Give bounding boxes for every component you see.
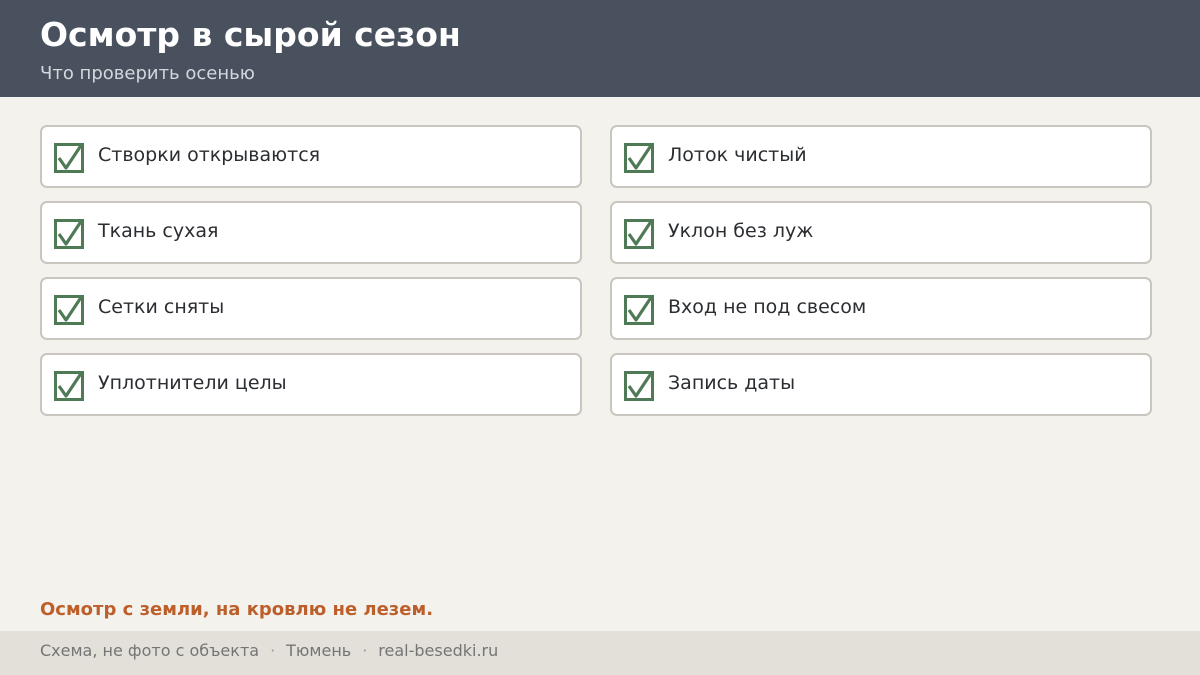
footer-caption: Схема, не фото с объекта bbox=[40, 641, 260, 660]
footer-bar: Схема, не фото с объекта · Тюмень · real-bes… bbox=[0, 631, 1200, 675]
checklist-item: Уклон без луж bbox=[610, 201, 1152, 264]
checkbox-checked-icon bbox=[624, 143, 654, 173]
checkbox-checked-icon bbox=[624, 219, 654, 249]
checklist-item: Ткань сухая bbox=[40, 201, 582, 264]
checklist-item: Створки открываются bbox=[40, 125, 582, 188]
checklist-item: Вход не под свесом bbox=[610, 277, 1152, 340]
checklist-item-label: Сетки сняты bbox=[98, 296, 225, 318]
checklist-item-label: Ткань сухая bbox=[98, 220, 219, 242]
checklist-item-label: Уплотнители целы bbox=[98, 372, 287, 394]
page-subtitle: Что проверить осенью bbox=[40, 63, 255, 84]
checklist-item: Сетки сняты bbox=[40, 277, 582, 340]
checkbox-checked-icon bbox=[54, 143, 84, 173]
page-title: Осмотр в сырой сезон bbox=[40, 15, 461, 54]
checklist-item-label: Створки открываются bbox=[98, 144, 321, 166]
footer-separator: · bbox=[270, 641, 276, 660]
checklist-item-label: Уклон без луж bbox=[668, 220, 814, 242]
checklist-item-label: Запись даты bbox=[668, 372, 796, 394]
checklist-item-label: Лоток чистый bbox=[668, 144, 807, 166]
checkbox-checked-icon bbox=[54, 295, 84, 325]
safety-note: Осмотр с земли, на кровлю не лезем. bbox=[40, 599, 434, 620]
checkbox-checked-icon bbox=[54, 219, 84, 249]
footer-city: Тюмень bbox=[286, 641, 352, 660]
header-bar: Осмотр в сырой сезон Что проверить осень… bbox=[0, 0, 1200, 97]
checkbox-checked-icon bbox=[624, 371, 654, 401]
checklist-item: Уплотнители целы bbox=[40, 353, 582, 416]
checklist-item-label: Вход не под свесом bbox=[668, 296, 867, 318]
checkbox-checked-icon bbox=[54, 371, 84, 401]
footer-separator: · bbox=[362, 641, 368, 660]
checklist-item: Запись даты bbox=[610, 353, 1152, 416]
footer-site: real-besedki.ru bbox=[378, 641, 499, 660]
checklist-item: Лоток чистый bbox=[610, 125, 1152, 188]
checkbox-checked-icon bbox=[624, 295, 654, 325]
footer-text: Схема, не фото с объекта · Тюмень · real-bes… bbox=[40, 641, 498, 660]
